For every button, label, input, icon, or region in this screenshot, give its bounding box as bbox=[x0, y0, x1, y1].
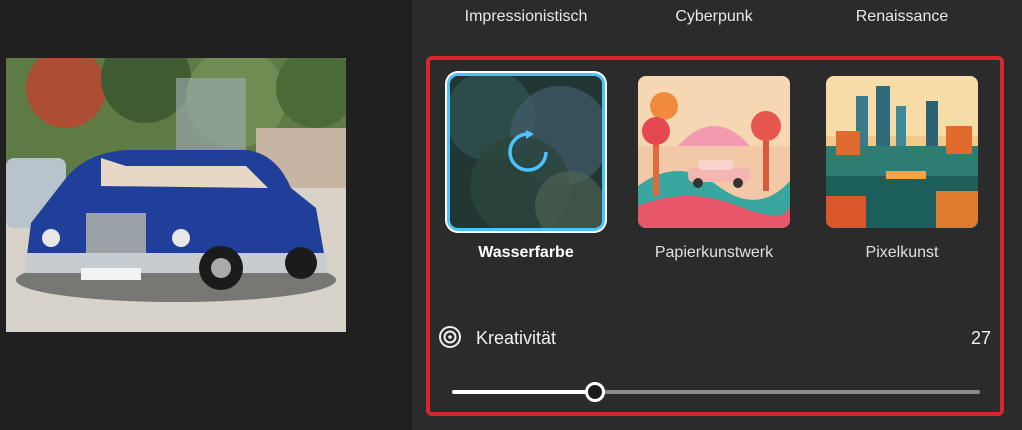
creativity-row: Kreativität 27 bbox=[438, 323, 993, 353]
style-thumbnail-papierkunstwerk[interactable] bbox=[638, 76, 790, 228]
slider-thumb[interactable] bbox=[585, 382, 605, 402]
style-option-cyberpunk[interactable]: Cyberpunk bbox=[624, 8, 804, 26]
style-option-renaissance[interactable]: Renaissance bbox=[812, 8, 992, 26]
image-preview[interactable] bbox=[6, 58, 346, 332]
creativity-label: Kreativität bbox=[476, 328, 557, 348]
target-icon bbox=[438, 325, 462, 354]
style-option-impressionistisch[interactable]: Impressionistisch bbox=[436, 8, 616, 26]
slider-fill bbox=[452, 390, 595, 394]
creativity-slider[interactable] bbox=[452, 378, 980, 406]
style-label-papierkunstwerk: Papierkunstwerk bbox=[654, 244, 774, 261]
style-label-wasserfarbe: Wasserfarbe bbox=[478, 244, 574, 261]
style-label-pixelkunst: Pixelkunst bbox=[865, 244, 939, 261]
style-thumbnail-pixelkunst[interactable] bbox=[826, 76, 978, 228]
refresh-icon bbox=[504, 128, 552, 181]
canvas-area bbox=[0, 0, 412, 430]
creativity-value: 27 bbox=[970, 328, 991, 348]
style-thumbnail-wasserfarbe[interactable] bbox=[450, 76, 602, 228]
